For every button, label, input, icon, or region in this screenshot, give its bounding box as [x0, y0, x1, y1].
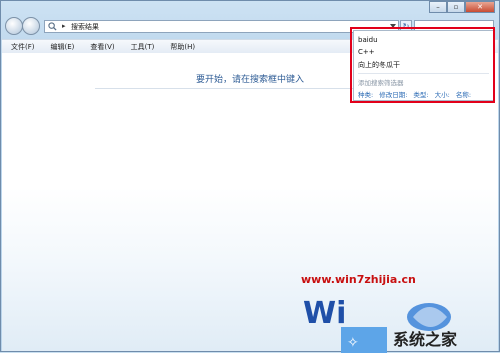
search-icon	[48, 22, 57, 31]
breadcrumb[interactable]: 搜索结果	[71, 22, 99, 32]
annotation-highlight-box	[350, 27, 495, 103]
svg-text:✧: ✧	[347, 335, 359, 351]
minimize-button[interactable]: –	[429, 1, 447, 13]
menu-tools[interactable]: 工具(T)	[122, 42, 162, 52]
forward-button[interactable]	[22, 17, 40, 35]
back-button[interactable]	[5, 17, 23, 35]
watermark-url: www.win7zhijia.cn	[301, 273, 416, 286]
menu-file[interactable]: 文件(F)	[2, 42, 42, 52]
maximize-button[interactable]: ▫	[447, 1, 465, 13]
menu-edit[interactable]: 编辑(E)	[42, 42, 82, 52]
svg-text:Wi: Wi	[303, 296, 346, 331]
breadcrumb-separator: ▸	[62, 22, 66, 30]
close-button[interactable]: ✕	[465, 1, 495, 13]
svg-text:系统之家: 系统之家	[393, 330, 458, 349]
menu-help[interactable]: 帮助(H)	[161, 42, 202, 52]
address-bar[interactable]: ▸ 搜索结果	[44, 20, 399, 33]
window-controls: – ▫ ✕	[429, 1, 495, 13]
site-logo: Wi ✧ 系统之家	[303, 296, 458, 353]
menu-view[interactable]: 查看(V)	[81, 42, 121, 52]
explorer-window: ▸ 搜索结果 ↻ – ▫ ✕ 文件(F) 编辑(E) 查看(V) 工具(T) 帮…	[0, 0, 500, 353]
